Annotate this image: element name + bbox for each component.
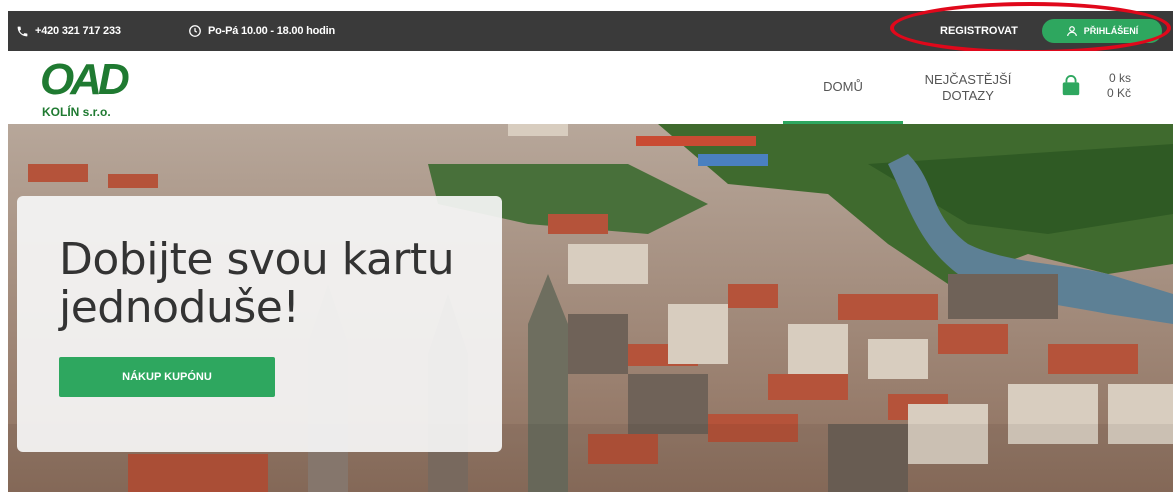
- user-icon: [1066, 26, 1077, 37]
- cart-price: 0 Kč: [1106, 86, 1131, 100]
- shopping-bag-icon[interactable]: [1060, 75, 1082, 97]
- logo-sub-text: KOLÍN s.r.o.: [42, 105, 111, 119]
- top-bar: +420 321 717 233 Po-Pá 10.00 - 18.00 hod…: [8, 11, 1173, 51]
- phone-icon: [17, 26, 28, 36]
- hero-banner: Dobijte svou kartu jednoduše! NÁKUP KUPÓ…: [8, 124, 1173, 492]
- nav-faq-line2: DOTAZY: [942, 87, 994, 103]
- nav-faq-line1: NEJČASTĚJŠÍ: [924, 71, 1012, 87]
- nav-item-home[interactable]: DOMŮ: [783, 51, 903, 124]
- logo[interactable]: OAD KOLÍN s.r.o.: [32, 55, 142, 119]
- login-label: PŘIHLÁŠENÍ: [1083, 26, 1139, 36]
- opening-hours: Po-Pá 10.00 - 18.00 hodin: [188, 11, 335, 51]
- nav-item-faq[interactable]: NEJČASTĚJŠÍ DOTAZY: [908, 51, 1028, 124]
- hero-title-line2: jednoduše!: [59, 282, 300, 333]
- register-link[interactable]: REGISTROVAT: [940, 11, 1018, 51]
- phone-number: +420 321 717 233: [35, 25, 121, 37]
- cart-summary[interactable]: 0 ks 0 Kč: [1101, 71, 1131, 101]
- phone-contact[interactable]: +420 321 717 233: [16, 11, 121, 51]
- cart-count: 0 ks: [1108, 71, 1131, 85]
- hero-title: Dobijte svou kartu jednoduše!: [59, 236, 479, 332]
- logo-main-text: OAD: [40, 55, 130, 104]
- hero-title-line1: Dobijte svou kartu: [59, 234, 455, 285]
- buy-coupon-button[interactable]: NÁKUP KUPÓNU: [59, 357, 275, 397]
- hero-card: Dobijte svou kartu jednoduše! NÁKUP KUPÓ…: [17, 196, 502, 452]
- site-header: OAD KOLÍN s.r.o. DOMŮ NEJČASTĚJŠÍ DOTAZY…: [8, 51, 1173, 124]
- login-button[interactable]: PŘIHLÁŠENÍ: [1042, 19, 1162, 43]
- clock-icon: [189, 25, 201, 37]
- hours-text: Po-Pá 10.00 - 18.00 hodin: [208, 25, 336, 37]
